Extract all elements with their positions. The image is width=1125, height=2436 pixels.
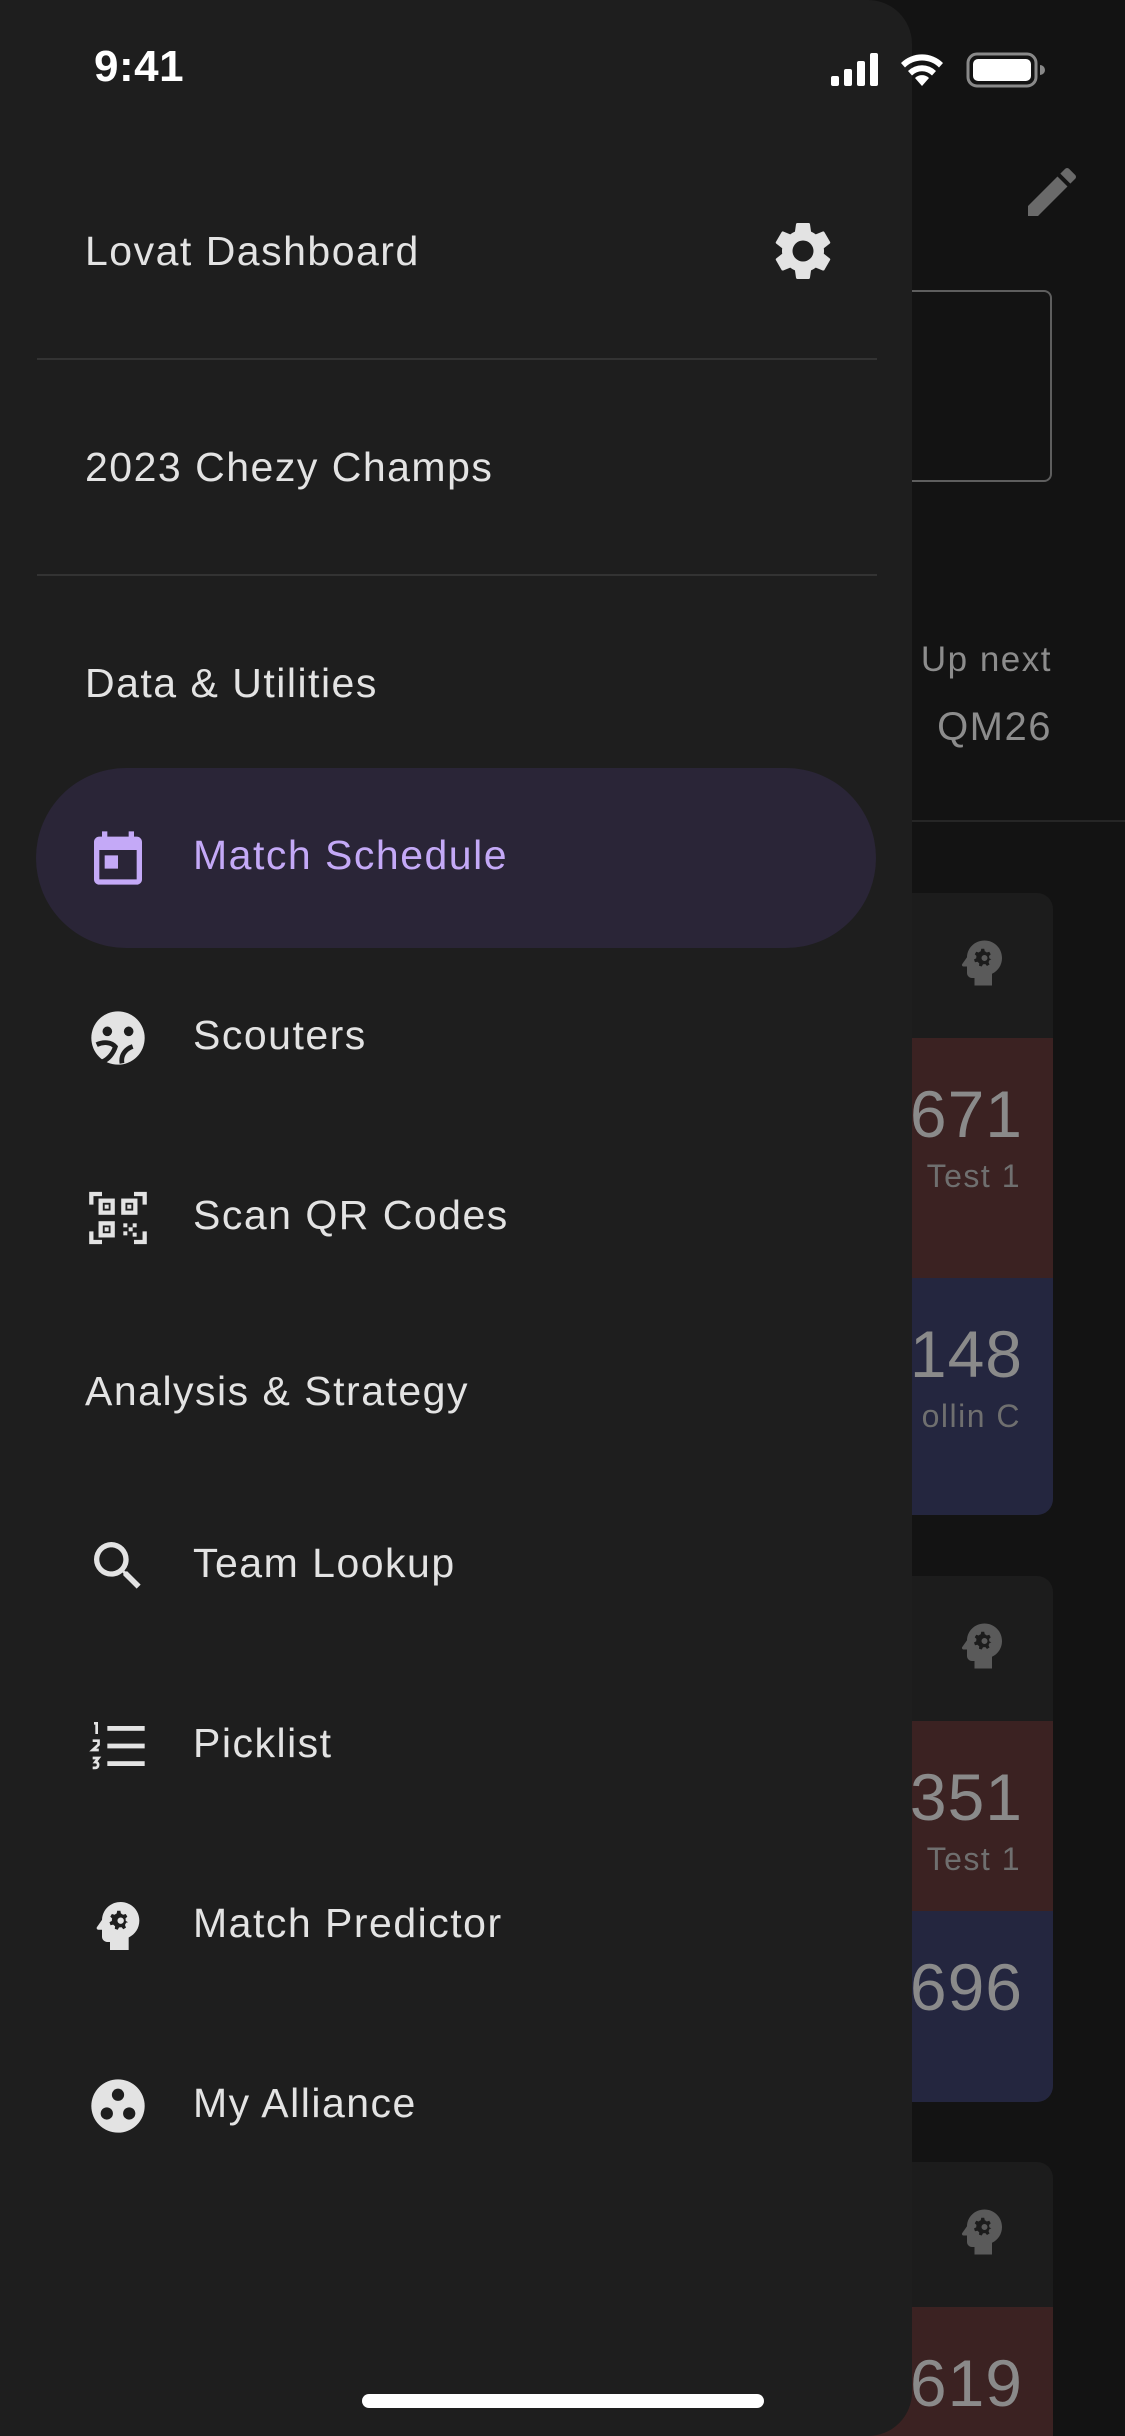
cellular-signal-icon <box>831 53 878 86</box>
divider <box>37 574 877 576</box>
qr-scan-icon <box>89 1191 147 1245</box>
nav-item-scan-qr-codes[interactable]: Scan QR Codes <box>36 1128 876 1308</box>
app-title: Lovat Dashboard <box>85 228 420 274</box>
head-gear-icon <box>961 2209 1002 2255</box>
numbered-list-icon <box>89 1722 145 1770</box>
nav-item-label: Match Schedule <box>193 832 509 878</box>
section-label-analysis-strategy: Analysis & Strategy <box>85 1368 469 1414</box>
nav-item-scouters[interactable]: Scouters <box>36 948 876 1128</box>
nav-item-label: Scouters <box>193 1012 367 1058</box>
nav-item-label: Picklist <box>193 1720 333 1766</box>
status-icons <box>831 52 1045 88</box>
divider <box>880 820 1125 822</box>
section-label-data-utilities: Data & Utilities <box>85 660 378 706</box>
scouter-name: Test 1 <box>926 1158 1021 1194</box>
scouter-name: ollin C <box>921 1398 1021 1434</box>
status-bar: 9:41 <box>0 0 1125 140</box>
home-indicator <box>362 2394 764 2408</box>
up-next-match: QM26 <box>937 705 1052 749</box>
tournament-selector[interactable]: 2023 Chezy Champs <box>85 444 493 491</box>
nav-item-match-predictor[interactable]: Match Predictor <box>36 1836 876 2016</box>
battery-icon <box>966 52 1045 88</box>
wifi-icon <box>901 54 943 86</box>
team-number: 671 <box>909 1077 1023 1151</box>
scouter-name: Test 1 <box>926 1841 1021 1877</box>
nav-item-picklist[interactable]: Picklist <box>36 1656 876 1836</box>
edit-icon <box>1028 167 1077 216</box>
scouters-icon <box>91 1011 145 1065</box>
navigation-drawer: Lovat Dashboard 2023 Chezy Champs Data &… <box>0 0 912 2436</box>
team-number: 148 <box>909 1317 1023 1391</box>
team-number: 619 <box>909 2346 1023 2420</box>
up-next-label: Up next <box>920 640 1052 679</box>
nav-item-label: My Alliance <box>193 2080 417 2126</box>
nav-item-label: Team Lookup <box>193 1540 456 1586</box>
nav-item-label: Scan QR Codes <box>193 1192 509 1238</box>
team-number: 351 <box>909 1760 1023 1834</box>
head-gear-icon <box>961 940 1002 986</box>
nav-item-my-alliance[interactable]: My Alliance <box>36 2016 876 2196</box>
team-number: 696 <box>909 1950 1023 2024</box>
nav-item-team-lookup[interactable]: Team Lookup <box>36 1476 876 1656</box>
status-time: 9:41 <box>94 42 185 91</box>
head-gear-icon <box>96 1902 140 1950</box>
settings-gear-icon[interactable] <box>768 216 838 286</box>
calendar-icon <box>94 831 142 885</box>
search-icon <box>94 1542 141 1589</box>
head-gear-icon <box>961 1623 1002 1669</box>
divider <box>37 358 877 360</box>
nav-item-label: Match Predictor <box>193 1900 503 1946</box>
alliance-icon <box>91 2079 145 2133</box>
nav-item-match-schedule[interactable]: Match Schedule <box>36 768 876 948</box>
